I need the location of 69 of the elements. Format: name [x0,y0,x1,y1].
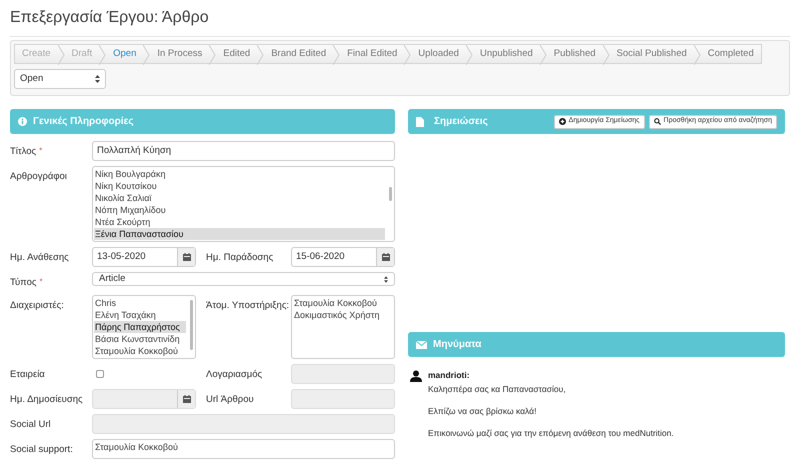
workflow-step[interactable]: Brand Edited [264,45,334,63]
field-label: Ημ. Παράδοσης [206,251,274,265]
list-option[interactable]: Σταμουλία Κοκκοβού [94,441,393,454]
workflow-step[interactable]: Uploaded [411,45,466,63]
field-label: Ημ. Ανάθεσης [10,251,69,265]
list-option[interactable]: Νικολία Σαλιαϊ [94,192,385,204]
list-option[interactable]: Βάσια Κωνσταντινίδη [94,333,186,346]
updown-caret-icon [95,75,100,83]
list-box[interactable]: Σταμουλία Κοκκοβού [92,439,395,460]
list-option[interactable]: Ξένια Παπαναστασίου [94,228,385,240]
section-title: Σημειώσεις [434,115,488,129]
calendar-icon [182,253,190,261]
calendar-icon [182,395,190,404]
text-field[interactable]: Πολλαπλή Κύηση [92,141,395,161]
workflow-step[interactable]: In Process [150,45,210,63]
plus-circle-icon [558,118,566,125]
field-label: Εταιρεία [10,368,45,382]
section-title: Γενικές Πληροφορίες [33,115,134,129]
workflow-step[interactable]: Social Published [610,45,694,63]
calendar-icon [382,253,390,261]
list-box[interactable]: Νίκη Βουλγαράκη Νίκη Κουτσίκου Νικολία Σαλιαϊ Νόπη Μιχαηλίδου Ντέα Σκούρτη Ξένια Παπαναστασίου [92,166,395,242]
message-author: mandrioti: [428,369,471,382]
workflow-step[interactable]: Published [546,45,603,63]
workflow-step[interactable]: Final Edited [340,45,404,63]
envelope-icon [416,340,427,348]
field-label: Social support: [10,443,73,458]
message-paragraph: Ελπίζω να σας βρίσκω καλά! [428,406,538,417]
list-option[interactable]: Πάρης Παπαχρήστος [94,321,186,334]
field-label: Social Url [10,418,51,432]
field-label: Άτομ. Υποστήριξης: [206,299,290,314]
date-field[interactable]: 13-05-2020 [92,247,196,267]
section-title: Μηνύματα [433,338,482,352]
list-option[interactable]: Σταμουλία Κοκκοβού [293,297,393,310]
search-icon [654,118,661,125]
list-option[interactable]: Ελένη Τσαχάκη [94,309,186,322]
list-option[interactable]: Σταμουλία Κοκκοβού [94,345,186,358]
field-label: Τίτλος [10,145,36,159]
date-field[interactable]: 15-06-2020 [291,247,395,267]
field-label: Λογαριασμός [206,368,262,382]
list-option[interactable]: Chris [94,297,186,310]
page-title: Επεξεργασία Έργου: Άρθρο [10,8,210,28]
field-label: Τύπος [10,276,36,290]
message-paragraph: Επικοινωνώ μαζί σας για την επόμενη ανάθεση του medNutrition. [428,428,674,439]
required-mark: * [39,276,43,288]
list-option[interactable]: Νόπη Μιχαηλίδου [94,204,385,216]
list-option[interactable]: Δοκιμαστικός Χρήστη [293,309,393,322]
user-silhouette-icon [410,370,422,382]
scrollbar-thumb[interactable] [389,187,392,201]
field-label: Url Άρθρου [206,393,254,408]
checkbox[interactable] [96,370,104,378]
field-label: Διαχειριστές: [10,299,64,314]
document-icon [416,116,424,126]
list-option[interactable]: Νίκη Βουλγαράκη [94,168,385,180]
message-paragraph: Καλησπέρα σας κα Παπαναστασίου, [428,384,567,395]
workflow-step[interactable]: Unpublished [472,45,540,63]
required-mark: * [39,145,42,157]
field-label: Ημ. Δημοσίευσης [10,393,83,408]
list-box[interactable]: Chris Ελένη Τσαχάκη Πάρης Παπαχρήστος Βάσια Κωνσταντινίδη Σταμουλία Κοκκοβού [92,295,196,360]
list-option[interactable]: Ντέα Σκούρτη [94,216,385,228]
type-select[interactable]: Article [92,272,395,286]
updown-caret-icon [384,276,388,282]
status-select[interactable]: Open [14,69,106,89]
workflow-step[interactable]: Edited [216,45,258,63]
workflow-step[interactable]: Completed [700,45,761,63]
field-label: Αρθρογράφοι [10,170,67,184]
info-icon [18,117,27,126]
scrollbar-thumb[interactable] [190,300,193,350]
list-option[interactable]: Νίκη Κουτσίκου [94,180,385,192]
list-box[interactable]: Σταμουλία Κοκκοβού Δοκιμαστικός Χρήστη [291,295,395,360]
